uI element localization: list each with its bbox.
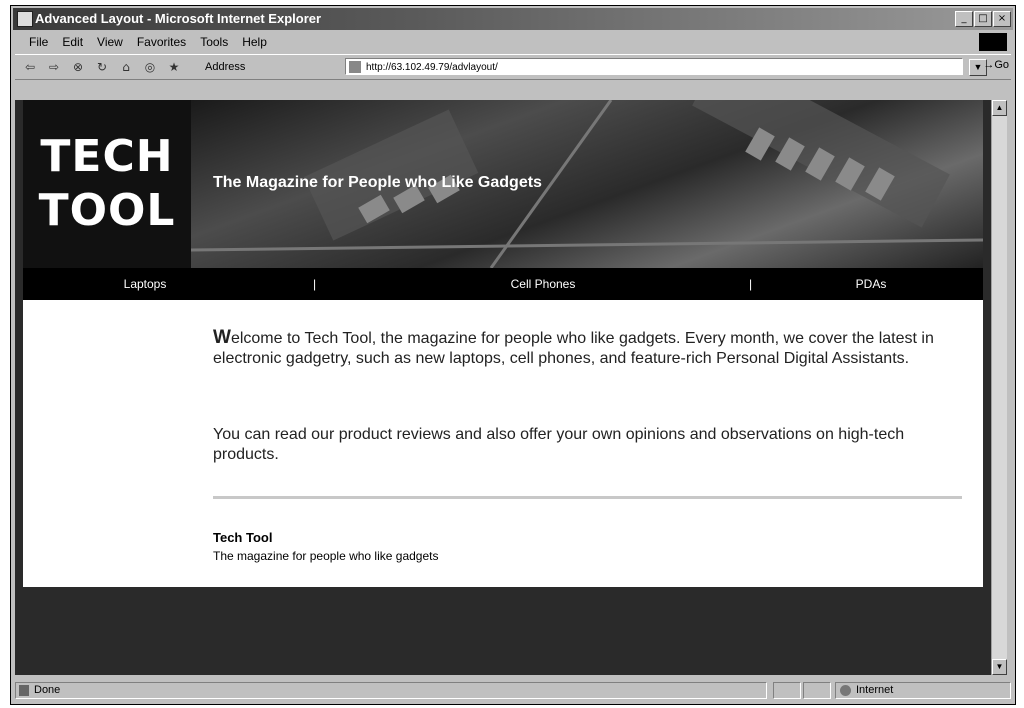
scroll-down-icon[interactable]: ▼ <box>992 659 1007 675</box>
address-field[interactable]: http://63.102.49.79/advlayout/ <box>345 58 963 75</box>
page-container: TECH TOOL The Magazine for People who Li… <box>23 100 983 587</box>
site-logo: TECH TOOL <box>23 100 191 268</box>
refresh-icon[interactable]: ↻ <box>93 59 111 75</box>
browser-window: Advanced Layout - Microsoft Internet Exp… <box>10 5 1016 705</box>
nav-separator: | <box>313 277 317 291</box>
hero-banner: The Magazine for People who Like Gadgets <box>191 100 983 268</box>
logo-line-1: TECH <box>40 131 174 182</box>
go-button[interactable]: →Go <box>983 59 1009 71</box>
nav-laptops[interactable]: Laptops <box>124 277 167 291</box>
scroll-up-icon[interactable]: ▲ <box>992 100 1007 116</box>
page-status-icon <box>19 685 29 696</box>
zone-label: Internet <box>856 684 894 696</box>
vertical-scrollbar[interactable]: ▲ ▼ <box>991 100 1007 675</box>
window-controls: _ □ × <box>955 11 1011 27</box>
security-zone: Internet <box>835 682 1011 699</box>
page-viewport: TECH TOOL The Magazine for People who Li… <box>15 100 991 675</box>
title-bar: Advanced Layout - Microsoft Internet Exp… <box>13 8 1013 30</box>
status-text: Done <box>34 684 61 696</box>
minimize-button[interactable]: _ <box>955 11 973 27</box>
address-url: http://63.102.49.79/advlayout/ <box>366 62 498 73</box>
home-icon[interactable]: ⌂ <box>117 59 135 75</box>
intro-paragraph: Welcome to Tech Tool, the magazine for p… <box>213 328 965 369</box>
intro-text: elcome to Tech Tool, the magazine for pe… <box>213 330 934 367</box>
status-cell <box>803 682 831 699</box>
reviews-paragraph: You can read our product reviews and als… <box>213 426 905 463</box>
menu-view[interactable]: View <box>97 35 123 49</box>
nav-pdas[interactable]: PDAs <box>856 277 887 291</box>
forward-icon[interactable]: ⇨ <box>45 59 63 75</box>
page-icon <box>349 61 361 73</box>
nav-separator: | <box>749 277 753 291</box>
logo-line-2: TOOL <box>38 185 176 236</box>
address-label: Address <box>205 61 246 73</box>
nav-cell-phones[interactable]: Cell Phones <box>511 277 576 291</box>
main-content: Welcome to Tech Tool, the magazine for p… <box>191 300 983 587</box>
stop-icon[interactable]: ⊗ <box>69 59 87 75</box>
back-icon[interactable]: ⇦ <box>21 59 39 75</box>
footer-subtitle: The magazine for people who like gadgets <box>213 549 439 563</box>
windows-logo-icon <box>979 33 1007 51</box>
menu-help[interactable]: Help <box>242 35 267 49</box>
drop-cap: W <box>213 327 231 348</box>
menu-file[interactable]: File <box>29 35 48 49</box>
globe-icon <box>840 685 851 696</box>
favorites-icon[interactable]: ★ <box>165 59 183 75</box>
menu-tools[interactable]: Tools <box>200 35 228 49</box>
divider <box>213 496 962 499</box>
status-cell <box>773 682 801 699</box>
status-bar: Done Internet <box>15 682 1011 700</box>
maximize-button[interactable]: □ <box>974 11 992 27</box>
menu-favorites[interactable]: Favorites <box>137 35 186 49</box>
window-title: Advanced Layout - Microsoft Internet Exp… <box>35 11 322 26</box>
menu-bar: File Edit View Favorites Tools Help <box>15 32 1011 52</box>
menu-edit[interactable]: Edit <box>62 35 83 49</box>
search-icon[interactable]: ◎ <box>141 59 159 75</box>
toolbar: ⇦ ⇨ ⊗ ↻ ⌂ ◎ ★ Address http://63.102.49.7… <box>15 54 1011 80</box>
main-nav: Laptops | Cell Phones | PDAs <box>23 268 983 300</box>
close-button[interactable]: × <box>993 11 1011 27</box>
site-tagline: The Magazine for People who Like Gadgets <box>213 174 542 191</box>
status-text-area: Done <box>15 682 767 699</box>
ie-icon <box>17 11 33 27</box>
footer-title: Tech Tool <box>213 530 273 545</box>
